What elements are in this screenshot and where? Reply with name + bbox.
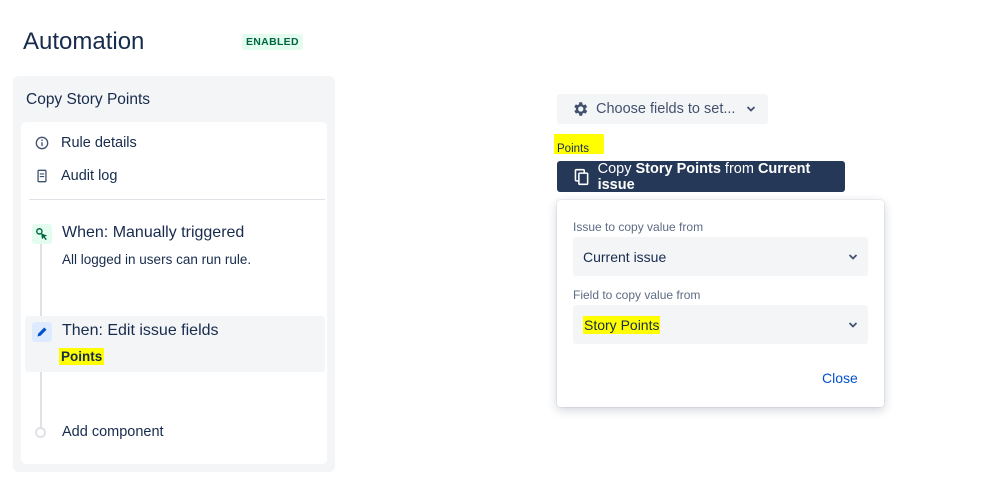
close-button[interactable]: Close xyxy=(822,370,858,386)
field-name-label: Points xyxy=(557,143,589,155)
document-icon xyxy=(37,169,47,183)
field-source-select[interactable]: Story Points xyxy=(573,305,868,344)
choose-fields-button[interactable]: Choose fields to set... xyxy=(557,94,768,124)
gear-icon xyxy=(574,102,588,116)
menu-item-label: Rule details xyxy=(61,135,137,151)
choose-fields-label: Choose fields to set... xyxy=(596,101,736,117)
copy-button-text: Copy Story Points from Current issue xyxy=(597,160,811,193)
issue-source-select[interactable]: Current issue xyxy=(573,237,868,276)
copy-field-button[interactable]: Copy Story Points from Current issue xyxy=(557,160,845,193)
info-icon xyxy=(35,136,49,150)
copy-icon xyxy=(574,168,589,185)
menu-item-label: Audit log xyxy=(61,168,118,184)
chevron-down-icon xyxy=(747,106,756,112)
add-component-link[interactable]: Add component xyxy=(62,424,164,440)
trigger-icon xyxy=(32,224,52,244)
status-badge: ENABLED xyxy=(242,34,303,50)
menu-item-rule-details[interactable]: Rule details xyxy=(35,135,137,151)
issue-source-label: Issue to copy value from xyxy=(573,220,704,234)
action-field-tag: Points xyxy=(59,348,105,365)
action-title[interactable]: Then: Edit issue fields xyxy=(62,322,219,340)
field-source-value: Story Points xyxy=(583,315,661,334)
trigger-title[interactable]: When: Manually triggered xyxy=(62,224,244,242)
chevron-down-icon xyxy=(848,321,858,328)
rule-panel: Copy Story Points Rule details Audit log xyxy=(13,76,335,472)
trigger-subtitle: All logged in users can run rule. xyxy=(62,252,252,267)
pencil-icon xyxy=(32,322,52,342)
issue-source-value: Current issue xyxy=(583,248,667,265)
add-component-dot xyxy=(35,427,46,438)
field-source-label: Field to copy value from xyxy=(573,288,701,302)
chevron-down-icon xyxy=(848,253,858,260)
menu-item-audit-log[interactable]: Audit log xyxy=(35,168,117,184)
page-title: Automation xyxy=(23,28,145,55)
copy-options-popup: Issue to copy value from Current issue F… xyxy=(557,200,884,407)
rule-title: Copy Story Points xyxy=(26,91,151,108)
divider xyxy=(29,199,325,200)
rule-card: Rule details Audit log When: Manually tr… xyxy=(21,122,327,464)
